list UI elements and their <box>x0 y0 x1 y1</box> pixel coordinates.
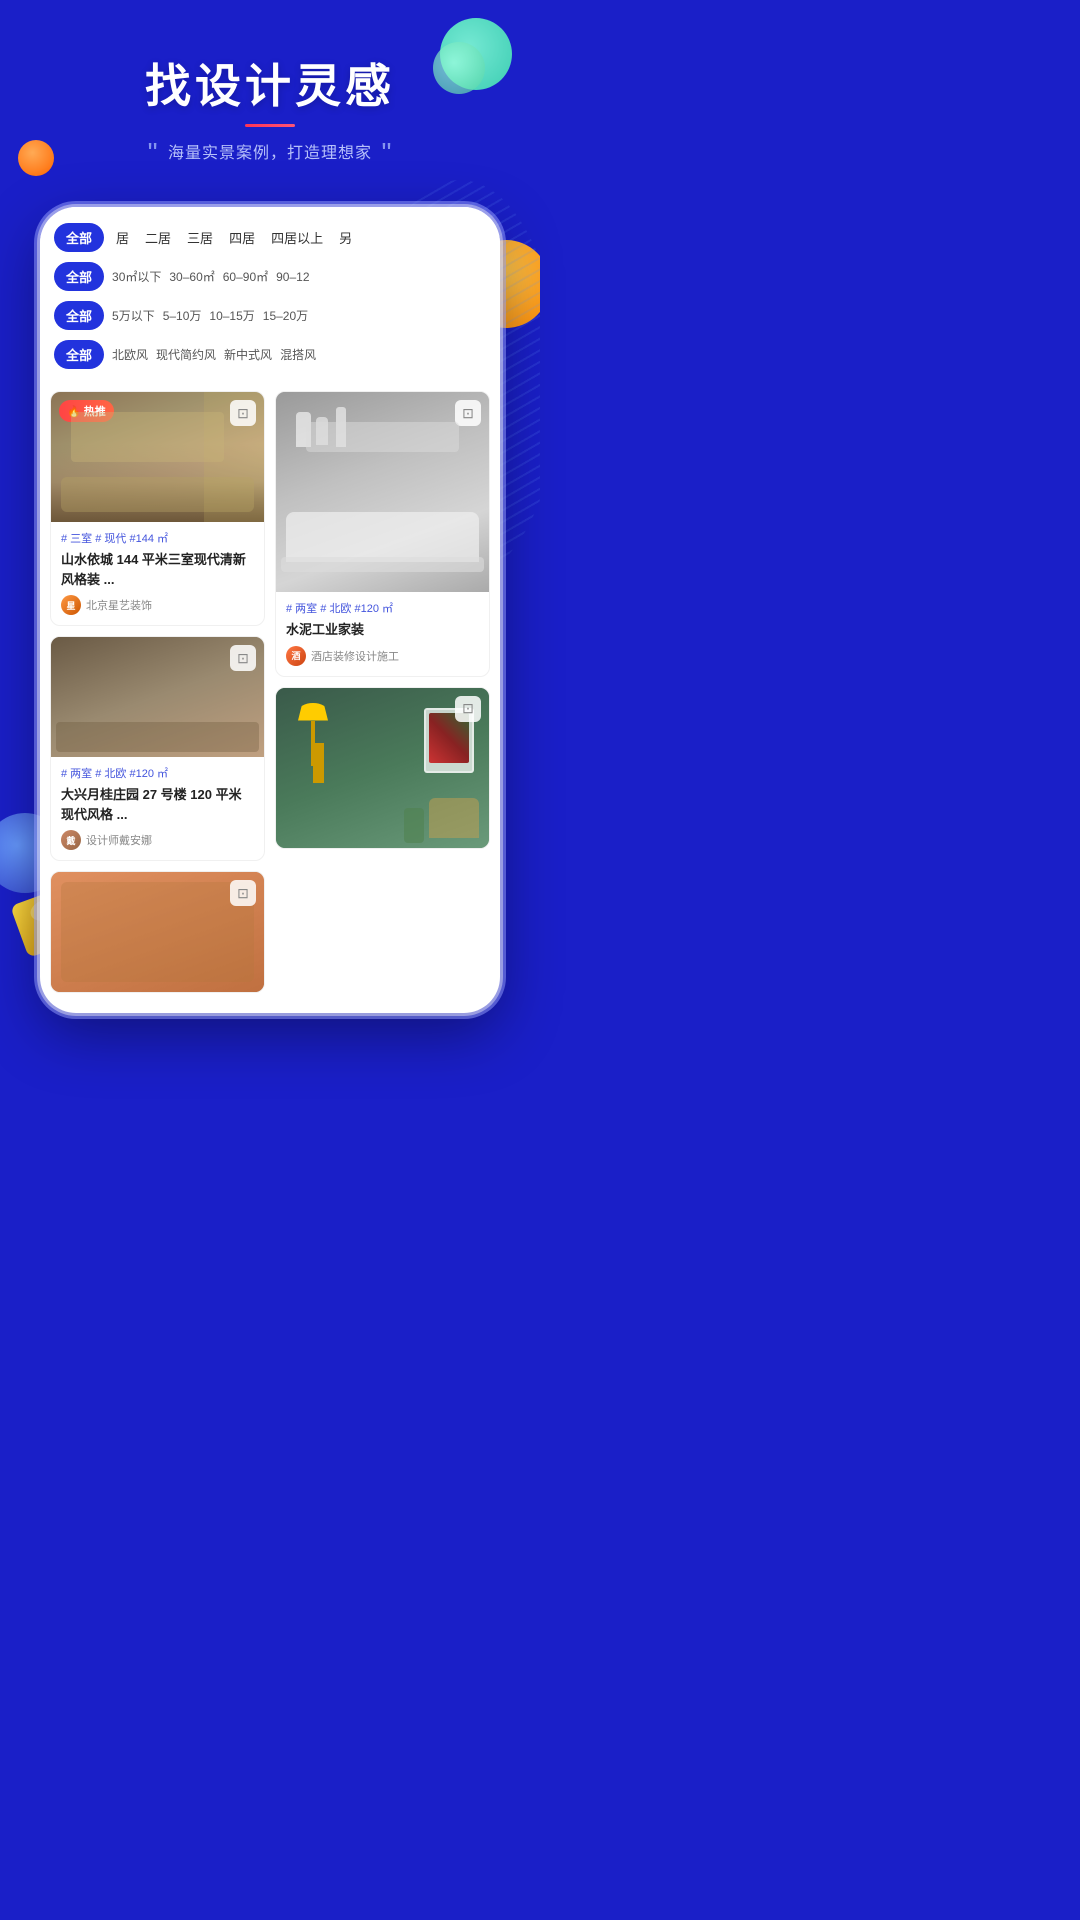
bookmark-button-4[interactable]: ⊡ <box>455 696 481 722</box>
card-daxing-image: ⊡ <box>51 637 264 757</box>
card1-title: 山水依城 144 平米三室现代清新风格装 ... <box>61 550 254 589</box>
filter-area-30-60[interactable]: 30–60㎡ <box>169 268 214 285</box>
card1-author-name: 北京星艺装饰 <box>86 597 152 613</box>
bookmark-button-2[interactable]: ⊡ <box>455 400 481 426</box>
card-shuini-image: ⊡ <box>276 392 489 592</box>
bookmark-icon-4: ⊡ <box>462 700 474 717</box>
filter-area-30[interactable]: 30㎡以下 <box>112 268 161 285</box>
card1-avatar-text: 星 <box>66 599 75 612</box>
card1-author: 星 北京星艺装饰 <box>61 595 254 615</box>
card2-title: 水泥工业家装 <box>286 620 479 640</box>
filter-item-yiju[interactable]: 居 <box>112 228 133 247</box>
card-shuini[interactable]: ⊡ # 两室 # 北欧 #120 ㎡ 水泥工业家装 酒 酒店装修设计施工 <box>275 391 490 677</box>
bookmark-icon-5: ⊡ <box>237 885 249 902</box>
filter-area-90[interactable]: 90–12 <box>276 270 309 284</box>
filter-all-room[interactable]: 全部 <box>54 223 104 252</box>
filter-style-modern[interactable]: 现代简约风 <box>156 346 216 363</box>
filter-budget-5-10[interactable]: 5–10万 <box>163 307 202 324</box>
filter-item-3room[interactable]: 三居 <box>183 228 217 247</box>
filter-style-mix[interactable]: 混搭风 <box>280 346 316 363</box>
card2-author: 酒 酒店装修设计施工 <box>286 646 479 666</box>
card1-tags: # 三室 # 现代 #144 ㎡ <box>61 530 254 546</box>
subtitle: " 海量实景案例，打造理想家 " <box>40 139 500 167</box>
phone-mockup: 全部 居 二居 三居 四居 四居以上 另 全部 30㎡以下 30–60㎡ 60–… <box>40 207 500 1013</box>
card-colorful-image: ⊡ <box>51 872 264 992</box>
filter-section: 全部 居 二居 三居 四居 四居以上 另 全部 30㎡以下 30–60㎡ 60–… <box>40 207 500 369</box>
quote-right-icon: " <box>381 137 392 168</box>
title-underline <box>245 124 295 127</box>
card2-body: # 两室 # 北欧 #120 ㎡ 水泥工业家装 酒 酒店装修设计施工 <box>276 592 489 676</box>
quote-left-icon: " <box>148 137 159 168</box>
card2-avatar: 酒 <box>286 646 306 666</box>
card2-author-name: 酒店装修设计施工 <box>311 648 399 664</box>
header: 找设计灵感 " 海量实景案例，打造理想家 " <box>0 0 540 197</box>
filter-item-2room[interactable]: 二居 <box>141 228 175 247</box>
card-green[interactable]: ⊡ <box>275 687 490 849</box>
filter-item-more[interactable]: 另 <box>335 228 356 247</box>
card2-avatar-text: 酒 <box>291 649 300 662</box>
card-daxing[interactable]: ⊡ # 两室 # 北欧 #120 ㎡ 大兴月桂庄园 27 号楼 120 平米现代… <box>50 636 265 861</box>
filter-budget-15-20[interactable]: 15–20万 <box>263 307 308 324</box>
bookmark-button-1[interactable]: ⊡ <box>230 400 256 426</box>
card3-title: 大兴月桂庄园 27 号楼 120 平米现代风格 ... <box>61 785 254 824</box>
card1-avatar: 星 <box>61 595 81 615</box>
filter-item-4plus[interactable]: 四居以上 <box>267 228 327 247</box>
filter-all-budget[interactable]: 全部 <box>54 301 104 330</box>
filter-all-style[interactable]: 全部 <box>54 340 104 369</box>
filter-item-4room[interactable]: 四居 <box>225 228 259 247</box>
filter-row-area: 全部 30㎡以下 30–60㎡ 60–90㎡ 90–12 <box>54 262 486 291</box>
hot-badge: 🔥 热推 <box>59 400 114 422</box>
bookmark-button-5[interactable]: ⊡ <box>230 880 256 906</box>
main-title: 找设计灵感 <box>40 50 500 116</box>
filter-style-nordic[interactable]: 北欧风 <box>112 346 148 363</box>
filter-row-budget: 全部 5万以下 5–10万 10–15万 15–20万 <box>54 301 486 330</box>
filter-row-room: 全部 居 二居 三居 四居 四居以上 另 <box>54 223 486 252</box>
filter-budget-5[interactable]: 5万以下 <box>112 307 155 324</box>
filter-row-style: 全部 北欧风 现代简约风 新中式风 混搭风 <box>54 340 486 369</box>
subtitle-text: 海量实景案例，打造理想家 <box>168 145 372 162</box>
left-column: 🔥 热推 ⊡ # 三室 # 现代 #144 ㎡ 山水依城 144 平米三室现代清… <box>50 391 265 993</box>
card2-tags: # 两室 # 北欧 #120 ㎡ <box>286 600 479 616</box>
filter-area-60-90[interactable]: 60–90㎡ <box>223 268 268 285</box>
card1-body: # 三室 # 现代 #144 ㎡ 山水依城 144 平米三室现代清新风格装 ..… <box>51 522 264 625</box>
bookmark-icon-2: ⊡ <box>462 405 474 422</box>
card3-author: 戴 设计师戴安娜 <box>61 830 254 850</box>
filter-style-chinese[interactable]: 新中式风 <box>224 346 272 363</box>
bookmark-icon: ⊡ <box>237 405 249 422</box>
filter-budget-10-15[interactable]: 10–15万 <box>209 307 254 324</box>
card-colorful[interactable]: ⊡ <box>50 871 265 993</box>
card3-author-name: 设计师戴安娜 <box>86 832 152 848</box>
card3-avatar-text: 戴 <box>66 834 75 847</box>
card3-tags: # 两室 # 北欧 #120 ㎡ <box>61 765 254 781</box>
bookmark-icon-3: ⊡ <box>237 650 249 667</box>
card-shanshui-image: 🔥 热推 ⊡ <box>51 392 264 522</box>
card3-avatar: 戴 <box>61 830 81 850</box>
card-shanshui[interactable]: 🔥 热推 ⊡ # 三室 # 现代 #144 ㎡ 山水依城 144 平米三室现代清… <box>50 391 265 626</box>
filter-all-area[interactable]: 全部 <box>54 262 104 291</box>
flame-icon: 🔥 <box>67 405 81 418</box>
card3-body: # 两室 # 北欧 #120 ㎡ 大兴月桂庄园 27 号楼 120 平米现代风格… <box>51 757 264 860</box>
bookmark-button-3[interactable]: ⊡ <box>230 645 256 671</box>
cards-grid: 🔥 热推 ⊡ # 三室 # 现代 #144 ㎡ 山水依城 144 平米三室现代清… <box>40 379 500 993</box>
card-green-image: ⊡ <box>276 688 489 848</box>
hot-label: 热推 <box>84 403 106 419</box>
right-column: ⊡ # 两室 # 北欧 #120 ㎡ 水泥工业家装 酒 酒店装修设计施工 <box>275 391 490 993</box>
